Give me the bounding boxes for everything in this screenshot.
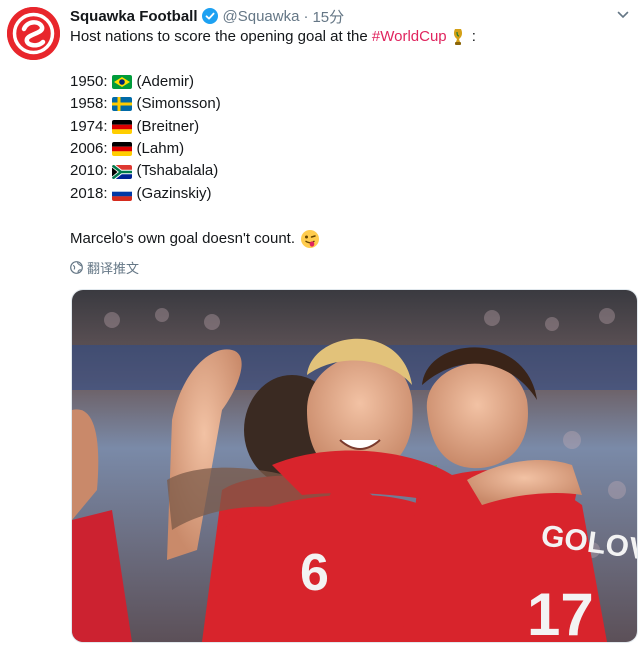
- host-nation-entry: 1974: (Breitner): [70, 116, 625, 138]
- entry-scorer: (Gazinskiy): [136, 184, 212, 202]
- tweet-text: Host nations to score the opening goal a…: [70, 26, 625, 250]
- brazil-flag-icon: [111, 74, 132, 89]
- tweet-intro-line: Host nations to score the opening goal a…: [70, 26, 625, 48]
- verified-badge-icon: [201, 8, 218, 24]
- entry-year: 1974:: [70, 117, 108, 135]
- entry-year: 2006:: [70, 139, 108, 157]
- germany-flag-icon: [111, 119, 132, 134]
- tweet-photo[interactable]: 6 GOLOV 17: [71, 289, 638, 643]
- hashtag-link[interactable]: #WorldCup: [372, 26, 447, 48]
- russia-flag-icon: [111, 186, 132, 201]
- sweden-flag-icon: [111, 97, 132, 112]
- host-nation-entry: 1950: (Ademir): [70, 71, 625, 93]
- translate-label: 翻译推文: [87, 261, 140, 276]
- jersey-number-right: 17: [527, 581, 594, 642]
- intro-prefix: Host nations to score the opening goal a…: [70, 28, 372, 45]
- entry-year: 1950:: [70, 72, 108, 90]
- entry-scorer: (Simonsson): [136, 95, 221, 113]
- germany-flag-icon: [111, 142, 132, 157]
- entry-year: 2010:: [70, 162, 108, 180]
- squawka-logo-icon: [7, 7, 60, 60]
- entry-scorer: (Breitner): [136, 117, 200, 135]
- tweet-timestamp[interactable]: 15分: [312, 6, 344, 27]
- globe-icon: [70, 261, 83, 274]
- closing-text: Marcelo's own goal doesn't count.: [70, 229, 296, 247]
- winking-face-tongue-icon: [300, 229, 320, 249]
- chevron-down-icon[interactable]: [616, 8, 630, 22]
- host-nation-entry: 2010: (Tshabalala): [70, 160, 625, 182]
- entry-scorer: (Lahm): [136, 139, 185, 157]
- football-celebration-photo: 6 GOLOV 17: [72, 290, 637, 642]
- host-nation-entry: 2006: (Lahm): [70, 138, 625, 160]
- entry-scorer: (Ademir): [136, 72, 195, 90]
- entry-scorer: (Tshabalala): [136, 162, 219, 180]
- entry-year: 2018:: [70, 184, 108, 202]
- translate-tweet-link[interactable]: 翻译推文: [70, 258, 139, 277]
- tweet-header: Squawka Football @Squawka · 15分: [70, 5, 344, 27]
- world-cup-trophy-icon: [451, 27, 465, 47]
- account-handle[interactable]: @Squawka: [223, 8, 300, 25]
- entry-year: 1958:: [70, 95, 108, 113]
- jersey-number-center: 6: [300, 544, 329, 602]
- host-nation-list: 1950: (Ademir) 1958: (Simonsson) 1974: (Breit…: [70, 71, 625, 205]
- avatar[interactable]: [7, 7, 60, 60]
- intro-suffix: :: [467, 28, 476, 45]
- closing-line: Marcelo's own goal doesn't count.: [70, 228, 625, 250]
- account-name[interactable]: Squawka Football: [70, 8, 198, 25]
- host-nation-entry: 2018: (Gazinskiy): [70, 183, 625, 205]
- south-africa-flag-icon: [111, 164, 132, 179]
- host-nation-entry: 1958: (Simonsson): [70, 93, 625, 115]
- separator-dot: ·: [303, 7, 309, 25]
